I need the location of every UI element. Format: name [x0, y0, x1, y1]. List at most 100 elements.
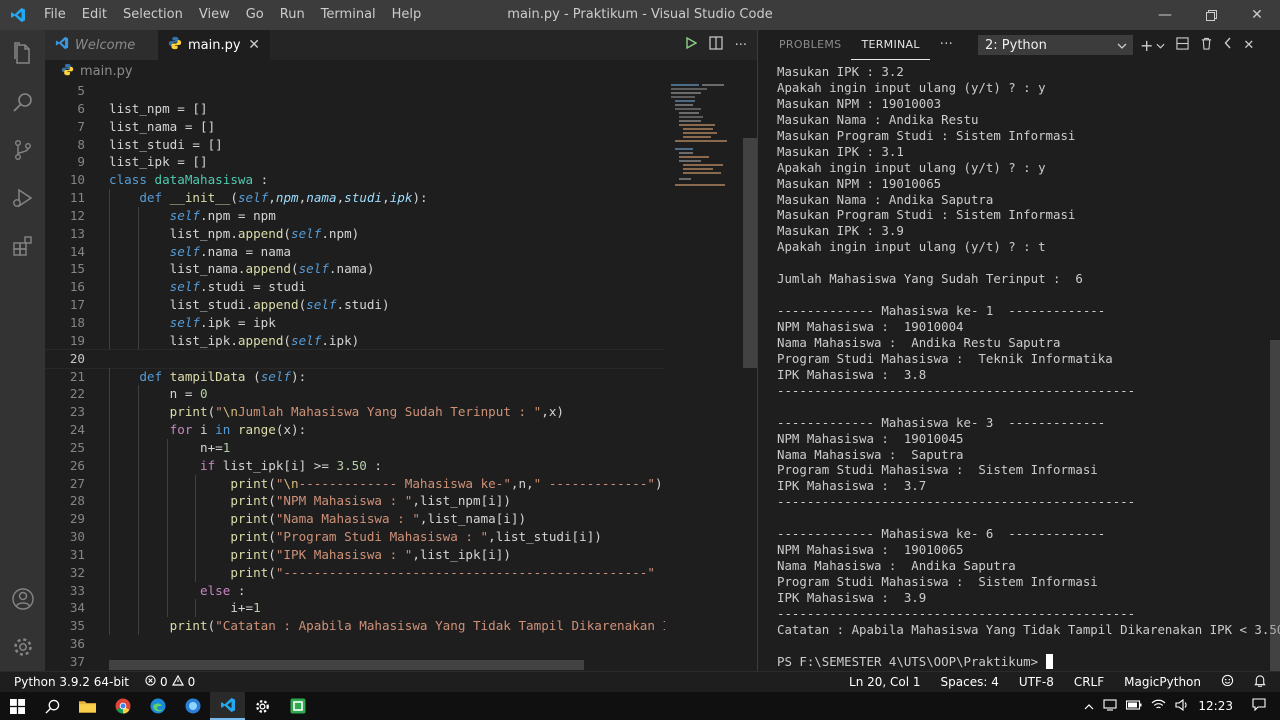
code-line[interactable]: 20: [45, 348, 665, 369]
close-tab-icon[interactable]: ✕: [248, 37, 260, 53]
code-line[interactable]: 18 self.ipk = ipk: [45, 313, 665, 332]
code-line[interactable]: 16 self.studi = studi: [45, 278, 665, 297]
notifications-bell-icon[interactable]: [1254, 674, 1266, 690]
cursor-position-status[interactable]: Ln 20, Col 1: [849, 675, 921, 689]
vscode-taskbar-icon[interactable]: [210, 692, 245, 720]
code-line[interactable]: 23 print("\nJumlah Mahasiswa Yang Sudah …: [45, 403, 665, 422]
menu-item-file[interactable]: File: [36, 0, 74, 30]
code-line[interactable]: 28 print("NPM Mahasiswa : ",list_npm[i]): [45, 492, 665, 511]
code-line[interactable]: 17 list_studi.append(self.studi): [45, 296, 665, 314]
code-line[interactable]: 6 list_npm = []: [45, 100, 665, 118]
tab-problems[interactable]: PROBLEMS: [769, 30, 851, 60]
run-python-file-icon[interactable]: [685, 36, 698, 53]
menu-item-help[interactable]: Help: [384, 0, 430, 30]
code-line[interactable]: 35 print("Catatan : Apabila Mahasiswa Ya…: [45, 617, 665, 636]
volume-icon[interactable]: [1175, 698, 1189, 714]
code-line[interactable]: 27 print("\n------------- Mahasiswa ke-"…: [45, 474, 665, 493]
code-line[interactable]: 26 if list_ipk[i] >= 3.50 :: [45, 456, 665, 475]
eol-status[interactable]: CRLF: [1074, 675, 1104, 689]
code-line[interactable]: 15 list_nama.append(self.nama): [45, 260, 665, 279]
battery-icon[interactable]: [1126, 699, 1142, 713]
code-line[interactable]: 30 print("Program Studi Mahasiswa : ",li…: [45, 528, 665, 546]
account-icon[interactable]: [0, 575, 45, 623]
code-line[interactable]: 9 list_ipk = []: [45, 153, 665, 171]
panel-more-tabs-icon[interactable]: ···: [930, 30, 963, 60]
language-mode-status[interactable]: MagicPython: [1124, 675, 1201, 689]
close-panel-icon[interactable]: ✕: [1243, 38, 1254, 53]
code-line[interactable]: 21 def tampilData (self):: [45, 367, 665, 386]
terminal-scrollbar[interactable]: [1270, 340, 1280, 671]
feedback-icon[interactable]: [1221, 674, 1234, 690]
indentation-status[interactable]: Spaces: 4: [941, 675, 999, 689]
code-line[interactable]: 25 n+=1: [45, 438, 665, 457]
code-line[interactable]: 36: [45, 635, 665, 653]
run-debug-icon[interactable]: [0, 174, 45, 222]
editor-vertical-scrollbar[interactable]: [743, 82, 757, 671]
settings-gear-icon[interactable]: [0, 623, 45, 671]
python-interpreter-status[interactable]: Python 3.9.2 64-bit: [14, 675, 129, 689]
breadcrumb-file[interactable]: main.py: [80, 64, 133, 79]
code-line[interactable]: 14 self.nama = nama: [45, 242, 665, 261]
code-line[interactable]: 31 print("IPK Mahasiswa : ",list_ipk[i]): [45, 545, 665, 564]
code-line[interactable]: 33 else :: [45, 581, 665, 600]
encoding-status[interactable]: UTF-8: [1019, 675, 1054, 689]
windows-start-icon[interactable]: [0, 692, 35, 720]
code-line[interactable]: 22 n = 0: [45, 385, 665, 404]
search-icon[interactable]: [0, 78, 45, 126]
new-terminal-icon[interactable]: +: [1140, 36, 1153, 55]
chrome-icon[interactable]: [105, 692, 140, 720]
extensions-icon[interactable]: [0, 222, 45, 270]
chevron-left-icon[interactable]: [1224, 37, 1232, 53]
split-terminal-icon[interactable]: [1176, 36, 1190, 54]
launch-profile-chevron-icon[interactable]: [1156, 38, 1165, 53]
menu-item-run[interactable]: Run: [272, 0, 313, 30]
taskbar-search-icon[interactable]: [35, 692, 70, 720]
tab-terminal[interactable]: TERMINAL: [851, 31, 930, 60]
terminal-output[interactable]: Masukan IPK : 3.2 Apakah ingin input ulan…: [777, 64, 1280, 670]
code-line[interactable]: 11 def __init__(self,npm,nama,studi,ipk)…: [45, 189, 665, 207]
code-line[interactable]: 12 self.npm = npm: [45, 206, 665, 225]
file-explorer-icon[interactable]: [70, 692, 105, 720]
firefox-icon[interactable]: [175, 692, 210, 720]
code-line[interactable]: 19 list_ipk.append(self.ipk): [45, 331, 665, 350]
code-line[interactable]: 5: [45, 82, 665, 100]
explorer-icon[interactable]: [0, 30, 45, 78]
code-line[interactable]: 7 list_nama = []: [45, 118, 665, 136]
menu-item-go[interactable]: Go: [238, 0, 272, 30]
code-line[interactable]: 34 i+=1: [45, 599, 665, 618]
source-control-icon[interactable]: [0, 126, 45, 174]
network-icon[interactable]: [1103, 698, 1117, 714]
menu-item-terminal[interactable]: Terminal: [313, 0, 384, 30]
close-window-button[interactable]: ✕: [1234, 0, 1280, 30]
terminal-prompt-line[interactable]: PS F:\SEMESTER 4\UTS\OOP\Praktikum>: [777, 653, 1257, 670]
editor-horizontal-scrollbar[interactable]: [109, 660, 584, 670]
code-line[interactable]: 13 list_npm.append(self.npm): [45, 224, 665, 243]
menu-item-selection[interactable]: Selection: [115, 0, 191, 30]
code-line[interactable]: 10 class dataMahasiswa :: [45, 171, 665, 189]
minimize-button[interactable]: —: [1142, 0, 1188, 30]
terminal-shell-select[interactable]: 2: Python: [978, 35, 1133, 55]
maximize-button[interactable]: [1188, 0, 1234, 30]
camtasia-icon[interactable]: [280, 692, 315, 720]
code-line[interactable]: 24 for i in range(x):: [45, 421, 665, 439]
minimap[interactable]: [669, 82, 744, 202]
action-center-icon[interactable]: [1252, 698, 1266, 714]
more-actions-icon[interactable]: ···: [735, 38, 747, 53]
code-line[interactable]: 8 list_studi = []: [45, 136, 665, 154]
code-editor[interactable]: 5 6 list_npm = [] 7 list_nama = [] 8 list_stud…: [45, 82, 665, 671]
terminal-line: IPK Mahasiswa : 3.8: [777, 366, 927, 382]
code-line[interactable]: 32 print("------------------------------…: [45, 563, 665, 582]
tab-main-py[interactable]: main.py ✕: [158, 30, 270, 60]
tab-welcome[interactable]: Welcome: [45, 30, 158, 60]
taskbar-clock[interactable]: 12:23: [1198, 699, 1233, 713]
problems-status[interactable]: 0 0: [145, 674, 195, 689]
menu-item-view[interactable]: View: [191, 0, 238, 30]
edge-icon[interactable]: [140, 692, 175, 720]
code-line[interactable]: 29 print("Nama Mahasiswa : ",list_nama[i…: [45, 510, 665, 529]
settings-taskbar-icon[interactable]: [245, 692, 280, 720]
kill-terminal-trash-icon[interactable]: [1200, 37, 1213, 54]
wifi-icon[interactable]: [1151, 699, 1166, 714]
tray-chevron-up-icon[interactable]: [1084, 699, 1094, 713]
menu-item-edit[interactable]: Edit: [74, 0, 115, 30]
split-editor-icon[interactable]: [708, 36, 723, 54]
